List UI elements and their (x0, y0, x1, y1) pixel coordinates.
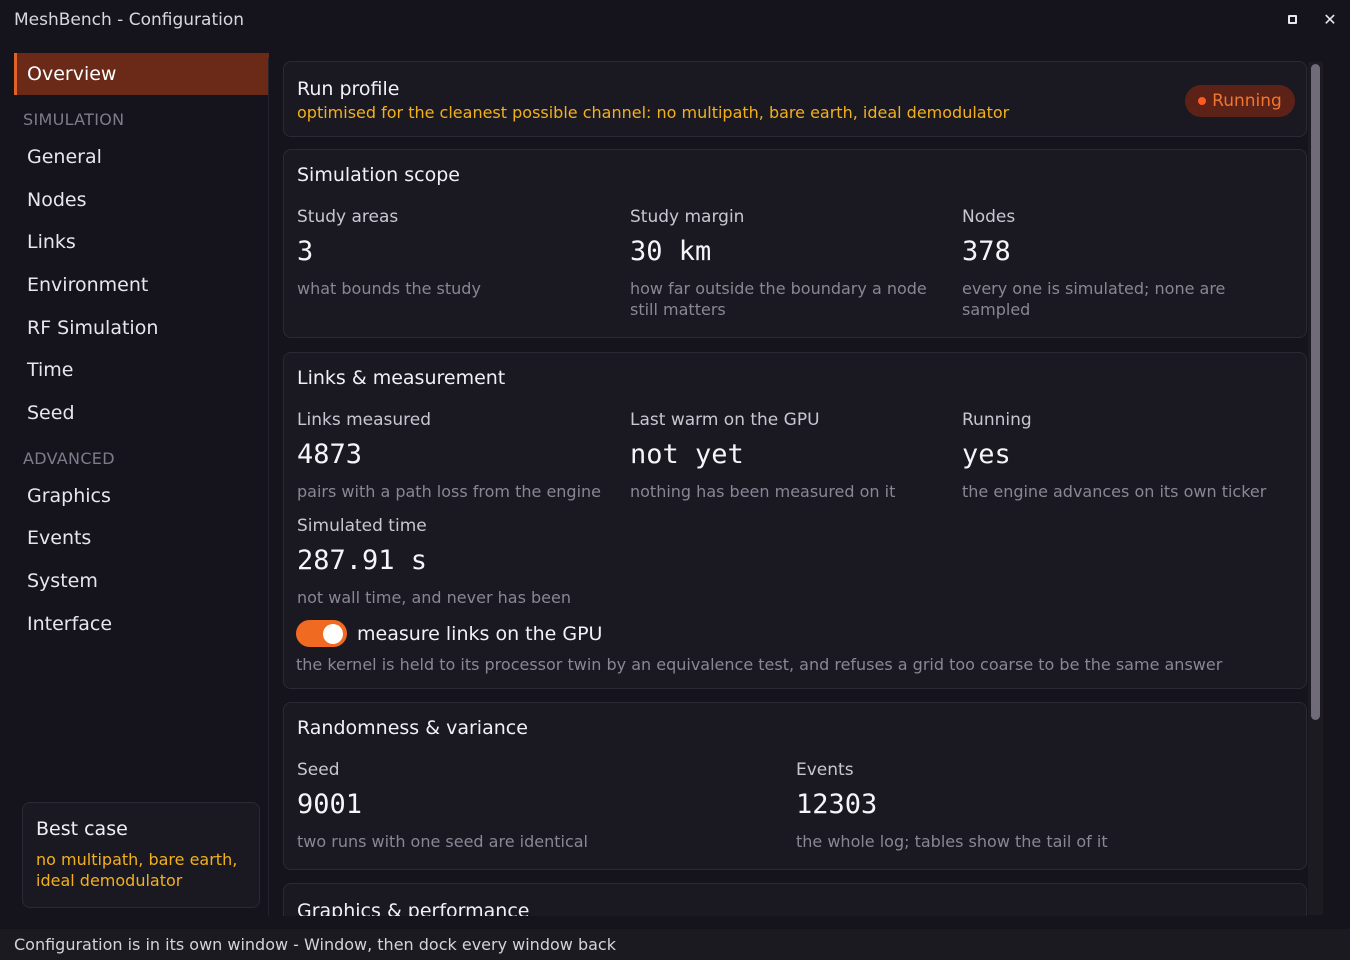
field-label: Study margin (630, 207, 745, 227)
gpu-measure-toggle-label: measure links on the GPU (357, 622, 603, 645)
best-case-description: no multipath, bare earth, ideal demodula… (36, 850, 238, 890)
field-value: 12303 (796, 789, 878, 820)
sidebar-item-rf-simulation[interactable]: RF Simulation (14, 307, 269, 349)
sidebar-item-seed[interactable]: Seed (14, 392, 269, 434)
close-icon: ✕ (1323, 9, 1337, 29)
field-hint: pairs with a path loss from the engine (297, 482, 602, 501)
maximize-button[interactable] (1282, 9, 1302, 29)
field-label: Study areas (297, 207, 399, 227)
links-measurement-title: Links & measurement (297, 367, 506, 389)
sidebar: Overview SIMULATION General Nodes Links … (0, 39, 270, 916)
sidebar-section-simulation: SIMULATION (23, 110, 125, 129)
field-label: Events (796, 760, 854, 780)
field-value: 378 (962, 236, 1011, 267)
best-case-title: Best case (36, 818, 128, 840)
field-hint: how far outside the boundary a node stil… (630, 279, 927, 319)
running-field: Running yes the engine advances on its o… (962, 410, 1292, 502)
sidebar-item-nodes[interactable]: Nodes (14, 179, 269, 221)
field-label: Seed (297, 760, 340, 780)
sidebar-item-overview[interactable]: Overview (14, 53, 269, 95)
toggle-knob (323, 623, 343, 644)
field-hint: two runs with one seed are identical (297, 832, 588, 851)
window-title: MeshBench - Configuration (14, 9, 245, 30)
field-value: 9001 (297, 789, 363, 820)
last-warm-gpu-field: Last warm on the GPU not yet nothing has… (630, 410, 950, 502)
field-hint: not wall time, and never has been (297, 588, 571, 607)
run-profile-title: Run profile (297, 78, 400, 100)
simulation-scope-title: Simulation scope (297, 164, 460, 186)
sidebar-section-advanced: ADVANCED (23, 449, 115, 468)
field-label: Links measured (297, 410, 432, 430)
simulated-time-field: Simulated time 287.91 s not wall time, a… (297, 516, 617, 608)
randomness-variance-title: Randomness & variance (297, 717, 528, 739)
field-value: 3 (297, 236, 314, 267)
field-value: yes (962, 439, 1011, 470)
sidebar-item-time[interactable]: Time (14, 349, 269, 391)
events-field: Events 12303 the whole log; tables show … (796, 760, 1286, 852)
field-value: not yet (630, 439, 744, 470)
close-button[interactable]: ✕ (1320, 9, 1340, 29)
study-areas-field: Study areas 3 what bounds the study (297, 207, 607, 299)
field-hint: nothing has been measured on it (630, 482, 896, 501)
field-hint: what bounds the study (297, 279, 481, 298)
field-value: 30 km (630, 236, 712, 267)
field-label: Simulated time (297, 516, 427, 536)
sidebar-item-system[interactable]: System (14, 560, 269, 602)
status-bar: Configuration is in its own window - Win… (0, 929, 1350, 960)
sidebar-item-links[interactable]: Links (14, 221, 269, 263)
status-badge-label: Running (1212, 91, 1282, 111)
main-content[interactable]: Run profile optimised for the cleanest p… (283, 58, 1309, 916)
title-bar: MeshBench - Configuration ✕ (0, 0, 1350, 39)
nodes-field: Nodes 378 every one is simulated; none a… (962, 207, 1282, 320)
links-measured-field: Links measured 4873 pairs with a path lo… (297, 410, 617, 502)
randomness-variance-card: Randomness & variance Seed 9001 two runs… (283, 702, 1307, 870)
field-label: Last warm on the GPU (630, 410, 820, 430)
best-case-card: Best case no multipath, bare earth, idea… (22, 802, 260, 908)
study-margin-field: Study margin 30 km how far outside the b… (630, 207, 945, 320)
status-badge: Running (1185, 85, 1295, 117)
sidebar-item-environment[interactable]: Environment (14, 264, 269, 306)
run-profile-subtitle: optimised for the cleanest possible chan… (297, 103, 1010, 122)
graphics-performance-title: Graphics & performance (297, 900, 530, 916)
graphics-performance-card: Graphics & performance (283, 883, 1307, 916)
field-value: 4873 (297, 439, 363, 470)
sidebar-item-events[interactable]: Events (14, 517, 269, 559)
content-scrollbar[interactable] (1308, 62, 1323, 915)
gpu-measure-toggle-hint: the kernel is held to its processor twin… (296, 655, 1223, 674)
scrollbar-thumb[interactable] (1311, 64, 1320, 720)
sidebar-item-interface[interactable]: Interface (14, 603, 269, 645)
field-label: Running (962, 410, 1032, 430)
seed-field: Seed 9001 two runs with one seed are ide… (297, 760, 777, 852)
field-label: Nodes (962, 207, 1016, 227)
run-profile-card: Run profile optimised for the cleanest p… (283, 61, 1307, 137)
status-dot-icon (1198, 97, 1207, 105)
sidebar-item-graphics[interactable]: Graphics (14, 475, 269, 517)
gpu-measure-toggle-row[interactable]: measure links on the GPU (296, 620, 602, 647)
status-bar-text: Configuration is in its own window - Win… (14, 935, 616, 954)
field-hint: the whole log; tables show the tail of i… (796, 832, 1108, 851)
sidebar-item-general[interactable]: General (14, 136, 269, 178)
field-hint: every one is simulated; none are sampled (962, 279, 1226, 319)
gpu-measure-toggle[interactable] (296, 620, 347, 647)
maximize-icon (1287, 14, 1297, 24)
field-value: 287.91 s (297, 545, 428, 576)
simulation-scope-card: Simulation scope Study areas 3 what boun… (283, 149, 1307, 338)
sidebar-divider (268, 58, 269, 916)
field-hint: the engine advances on its own ticker (962, 482, 1267, 501)
